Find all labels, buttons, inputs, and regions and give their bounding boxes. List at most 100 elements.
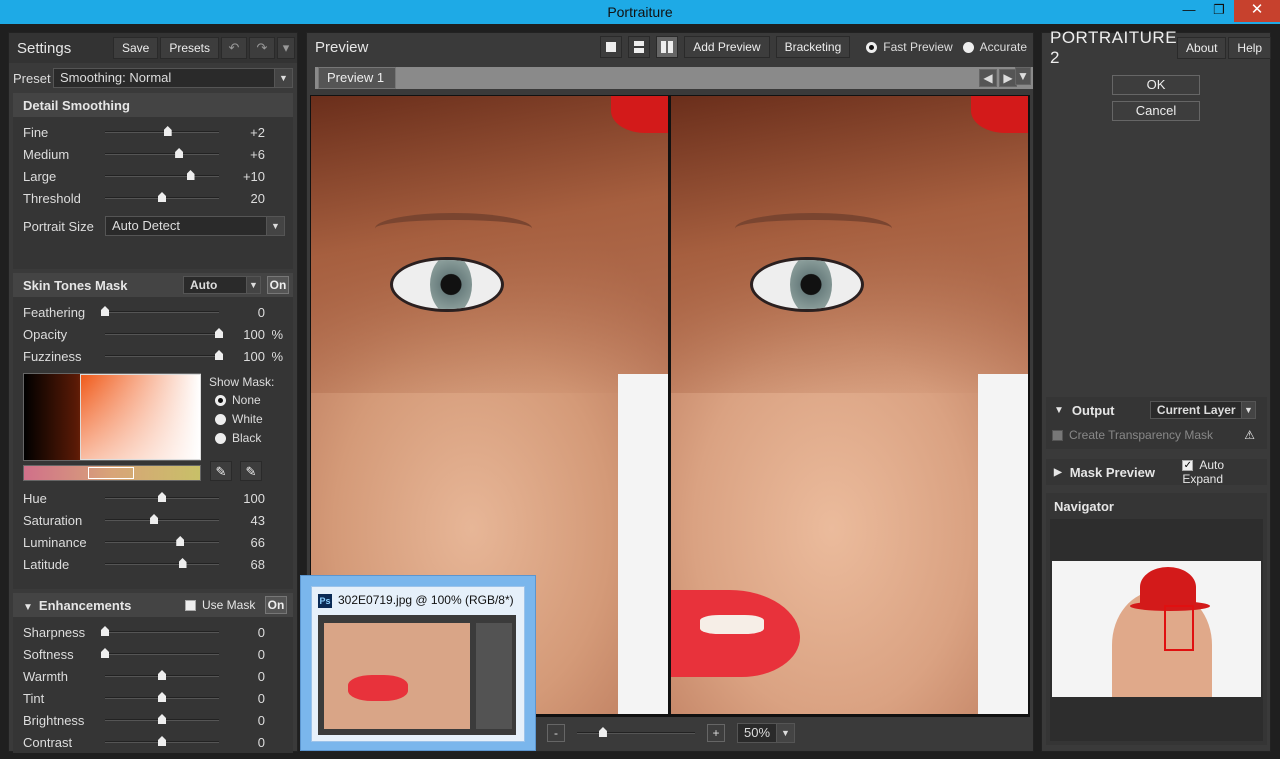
portrait-size-select[interactable]: Auto Detect ▼ — [105, 216, 285, 236]
detail-large-slider[interactable] — [105, 170, 219, 182]
accurate-radio[interactable]: Accurate — [962, 40, 1027, 54]
slider-thumb[interactable] — [158, 692, 166, 702]
enh-warmth-slider[interactable] — [105, 670, 219, 682]
show-mask-black-radio[interactable]: Black — [215, 431, 263, 450]
navigator-thumbnail[interactable] — [1050, 519, 1263, 741]
skin-mode-select[interactable]: Auto ▼ — [183, 276, 261, 294]
use-mask-checkbox[interactable]: Use Mask — [185, 598, 265, 612]
minimize-icon[interactable]: — — [1174, 0, 1204, 22]
help-button[interactable]: Help — [1228, 37, 1272, 59]
show-mask-white-radio[interactable]: White — [215, 412, 263, 431]
skin-on-toggle[interactable]: On — [267, 276, 289, 294]
skin-latitude-value: 68 — [250, 556, 265, 572]
enh-brightness-slider[interactable] — [105, 714, 219, 726]
tab-preview-1[interactable]: Preview 1 — [318, 67, 396, 89]
single-view-icon[interactable] — [600, 36, 623, 58]
zoom-slider[interactable] — [577, 727, 695, 739]
navigator-section: Navigator — [1046, 493, 1267, 745]
retouched-photo[interactable] — [671, 96, 1028, 714]
skin-luminance-slider[interactable] — [105, 536, 219, 548]
tab-menu-icon[interactable]: ▼ — [1015, 67, 1031, 85]
transparency-mask-checkbox[interactable]: Create Transparency Mask ⚠ — [1046, 423, 1267, 447]
enhancements-section: ▼ Enhancements Use Mask On Sharpness 0 Soft… — [13, 593, 293, 753]
slider-thumb[interactable] — [163, 126, 172, 136]
presets-button[interactable]: Presets — [160, 37, 219, 59]
close-icon[interactable]: ✕ — [1234, 0, 1280, 22]
eyedropper-add-icon[interactable]: ✎ — [240, 461, 262, 481]
skin-saturation-label: Saturation — [23, 512, 83, 528]
about-button[interactable]: About — [1177, 37, 1227, 59]
slider-thumb[interactable] — [178, 558, 187, 568]
zoom-select[interactable]: 50% ▼ — [737, 723, 795, 743]
enhancements-on-toggle[interactable]: On — [265, 596, 287, 614]
auto-expand-checkbox[interactable]: ✓ Auto Expand — [1182, 458, 1267, 486]
skin-luminance-label: Luminance — [23, 534, 87, 550]
fast-preview-radio[interactable]: Fast Preview — [866, 40, 953, 54]
skin-feathering-slider[interactable] — [101, 306, 219, 318]
split-vertical-icon[interactable] — [656, 36, 679, 58]
ok-button[interactable]: OK — [1112, 75, 1200, 95]
window-title: Portraiture — [607, 4, 673, 20]
skin-fuzziness-unit: % — [271, 348, 283, 364]
skin-saturation-slider[interactable] — [105, 514, 219, 526]
add-preview-button[interactable]: Add Preview — [684, 36, 770, 58]
slider-thumb[interactable] — [175, 148, 184, 158]
triangle-right-icon[interactable]: ▶ — [1054, 467, 1062, 478]
cancel-button[interactable]: Cancel — [1112, 101, 1200, 121]
output-select[interactable]: Current Layer ▼ — [1149, 401, 1256, 419]
save-button[interactable]: Save — [112, 37, 159, 59]
show-mask-none-radio[interactable]: None — [215, 393, 263, 412]
enh-contrast-row: Contrast 0 — [13, 731, 293, 753]
undo-icon[interactable]: ↶ — [221, 37, 247, 59]
window-titlebar: Portraiture — ❐ ✕ — [0, 0, 1280, 24]
output-value: Current Layer — [1156, 403, 1236, 417]
menu-chevron-icon[interactable]: ▾ — [277, 37, 295, 59]
color-picker[interactable] — [23, 373, 201, 461]
detail-medium-slider[interactable] — [105, 148, 219, 160]
popup-thumbnail — [318, 615, 516, 735]
enh-tint-slider[interactable] — [105, 692, 219, 704]
restore-icon[interactable]: ❐ — [1204, 0, 1234, 22]
skin-fuzziness-row: Fuzziness 100% — [13, 345, 293, 367]
slider-thumb[interactable] — [158, 492, 166, 502]
slider-thumb[interactable] — [186, 170, 195, 180]
enh-softness-slider[interactable] — [101, 648, 219, 660]
skin-luminance-row: Luminance 66 — [13, 531, 293, 553]
slider-thumb[interactable] — [150, 514, 159, 524]
bracketing-button[interactable]: Bracketing — [775, 36, 851, 58]
skin-fuzziness-slider[interactable] — [105, 350, 223, 362]
split-horizontal-icon[interactable] — [628, 36, 651, 58]
skin-hue-slider[interactable] — [105, 492, 219, 504]
slider-thumb[interactable] — [158, 670, 166, 680]
detail-fine-slider[interactable] — [105, 126, 219, 138]
slider-thumb[interactable] — [158, 736, 166, 746]
enh-contrast-slider[interactable] — [105, 736, 219, 748]
enhancements-header[interactable]: ▼ Enhancements — [23, 598, 185, 613]
enh-sharpness-value: 0 — [257, 624, 265, 640]
preset-select[interactable]: Smoothing: Normal ▼ — [53, 68, 293, 88]
show-mask-option-label: Black — [232, 431, 262, 445]
enh-contrast-value: 0 — [257, 734, 265, 750]
zoom-out-button[interactable]: - — [547, 724, 565, 742]
slider-thumb[interactable] — [158, 192, 166, 202]
slider-thumb[interactable] — [176, 536, 185, 546]
skin-saturation-row: Saturation 43 — [13, 509, 293, 531]
enh-sharpness-slider[interactable] — [101, 626, 219, 638]
settings-panel: Settings Save Presets ↶ ↷ ▾ Preset Smoot… — [8, 32, 298, 753]
detail-threshold-slider[interactable] — [105, 192, 219, 204]
detail-fine-row: Fine +2 — [13, 121, 293, 143]
hue-strip[interactable] — [23, 465, 201, 481]
slider-thumb[interactable] — [158, 714, 166, 724]
eyedropper-icon[interactable]: ✎ — [210, 461, 232, 481]
preset-value: Smoothing: Normal — [60, 70, 172, 85]
skin-latitude-slider[interactable] — [105, 558, 219, 570]
skin-feathering-label: Feathering — [23, 304, 86, 320]
redo-icon[interactable]: ↷ — [249, 37, 275, 59]
skin-fuzziness-label: Fuzziness — [23, 348, 82, 364]
tab-prev-icon[interactable]: ◀ — [979, 69, 997, 87]
chevron-down-icon: ▼ — [1240, 402, 1255, 418]
zoom-in-button[interactable]: + — [707, 724, 725, 742]
skin-opacity-slider[interactable] — [105, 328, 223, 340]
taskbar-thumbnail-popup[interactable]: Ps 302E0719.jpg @ 100% (RGB/8*) — [300, 575, 536, 751]
enh-brightness-label: Brightness — [23, 712, 85, 728]
